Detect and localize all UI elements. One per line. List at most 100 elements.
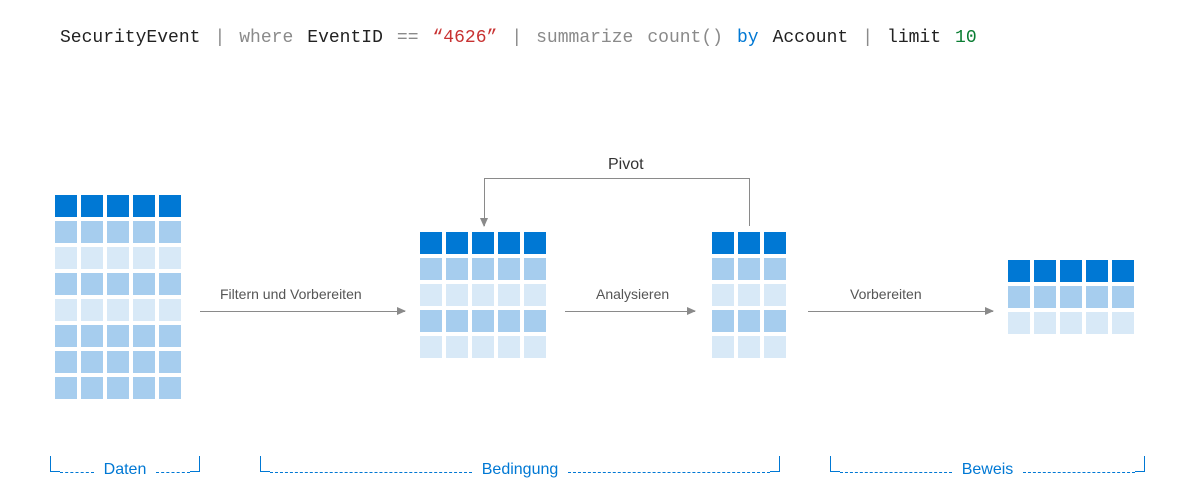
grid-cell <box>524 310 546 332</box>
grid-cell <box>133 273 155 295</box>
data-grid-result <box>1008 260 1134 334</box>
grid-cell <box>55 221 77 243</box>
grid-cell <box>81 273 103 295</box>
grid-cell <box>133 247 155 269</box>
grid-cell <box>159 221 181 243</box>
grid-cell <box>159 377 181 399</box>
grid-cell <box>446 284 468 306</box>
grid-cell <box>133 377 155 399</box>
grid-cell <box>1112 260 1134 282</box>
grid-cell <box>55 325 77 347</box>
keyword-where: where <box>239 28 293 48</box>
keyword-limit: limit <box>887 28 941 48</box>
grid-cell <box>498 336 520 358</box>
grid-cell <box>159 273 181 295</box>
grid-cell <box>1060 312 1082 334</box>
grid-cell <box>55 247 77 269</box>
pipe-icon: | <box>511 28 522 48</box>
section-condition-label: Bedingung <box>472 461 569 479</box>
grid-cell <box>81 221 103 243</box>
grid-cell <box>472 336 494 358</box>
func-count: count() <box>647 28 723 48</box>
grid-cell <box>712 258 734 280</box>
grid-cell <box>1086 312 1108 334</box>
grid-cell <box>1060 260 1082 282</box>
arrow-filter-label: Filtern und Vorbereiten <box>220 286 362 302</box>
grid-cell <box>55 195 77 217</box>
arrow-prepare <box>808 311 993 312</box>
arrow-analyze <box>565 311 695 312</box>
grid-cell <box>81 377 103 399</box>
pivot-bracket <box>484 178 750 226</box>
grid-cell <box>55 273 77 295</box>
grid-cell <box>81 247 103 269</box>
grid-cell <box>712 232 734 254</box>
section-evidence-label: Beweis <box>952 461 1024 479</box>
pipe-icon: | <box>214 28 225 48</box>
grid-cell <box>1112 286 1134 308</box>
section-condition: Bedingung <box>260 455 780 473</box>
limit-number: 10 <box>955 28 977 48</box>
grid-cell <box>107 377 129 399</box>
grid-cell <box>738 336 760 358</box>
grid-cell <box>1008 286 1030 308</box>
grid-cell <box>738 258 760 280</box>
grid-cell <box>524 284 546 306</box>
grid-cell <box>764 336 786 358</box>
kql-query: SecurityEvent | where EventID == “4626” … <box>60 28 1163 48</box>
grid-cell <box>524 232 546 254</box>
grid-cell <box>1112 312 1134 334</box>
grid-cell <box>107 273 129 295</box>
arrow-analyze-label: Analysieren <box>596 286 669 302</box>
grid-cell <box>446 310 468 332</box>
data-grid-analyzed <box>712 232 786 358</box>
grid-cell <box>712 284 734 306</box>
grid-cell <box>712 336 734 358</box>
grid-cell <box>524 336 546 358</box>
grid-cell <box>133 221 155 243</box>
keyword-by: by <box>737 28 759 48</box>
grid-cell <box>159 325 181 347</box>
arrow-prepare-label: Vorbereiten <box>850 286 922 302</box>
grid-cell <box>159 195 181 217</box>
grid-cell <box>472 310 494 332</box>
grid-cell <box>446 258 468 280</box>
grid-cell <box>472 232 494 254</box>
grid-cell <box>738 232 760 254</box>
grid-cell <box>472 284 494 306</box>
field-account: Account <box>773 28 849 48</box>
grid-cell <box>55 351 77 373</box>
grid-cell <box>420 284 442 306</box>
grid-cell <box>498 232 520 254</box>
grid-cell <box>498 284 520 306</box>
grid-cell <box>107 325 129 347</box>
grid-cell <box>107 351 129 373</box>
keyword-summarize: summarize <box>536 28 633 48</box>
grid-cell <box>81 325 103 347</box>
grid-cell <box>159 247 181 269</box>
operator-eq: == <box>397 28 419 48</box>
grid-cell <box>159 299 181 321</box>
grid-cell <box>133 351 155 373</box>
grid-cell <box>446 232 468 254</box>
grid-cell <box>133 299 155 321</box>
pipe-icon: | <box>862 28 873 48</box>
grid-cell <box>1060 286 1082 308</box>
grid-cell <box>81 351 103 373</box>
grid-cell <box>420 310 442 332</box>
grid-cell <box>420 336 442 358</box>
grid-cell <box>1034 312 1056 334</box>
grid-cell <box>764 258 786 280</box>
section-data: Daten <box>50 455 200 473</box>
grid-cell <box>712 310 734 332</box>
grid-cell <box>764 310 786 332</box>
data-grid-source <box>55 195 181 399</box>
grid-cell <box>133 195 155 217</box>
grid-cell <box>81 195 103 217</box>
grid-cell <box>1008 312 1030 334</box>
grid-cell <box>81 299 103 321</box>
grid-cell <box>107 221 129 243</box>
query-table: SecurityEvent <box>60 28 200 48</box>
section-evidence: Beweis <box>830 455 1145 473</box>
grid-cell <box>764 284 786 306</box>
